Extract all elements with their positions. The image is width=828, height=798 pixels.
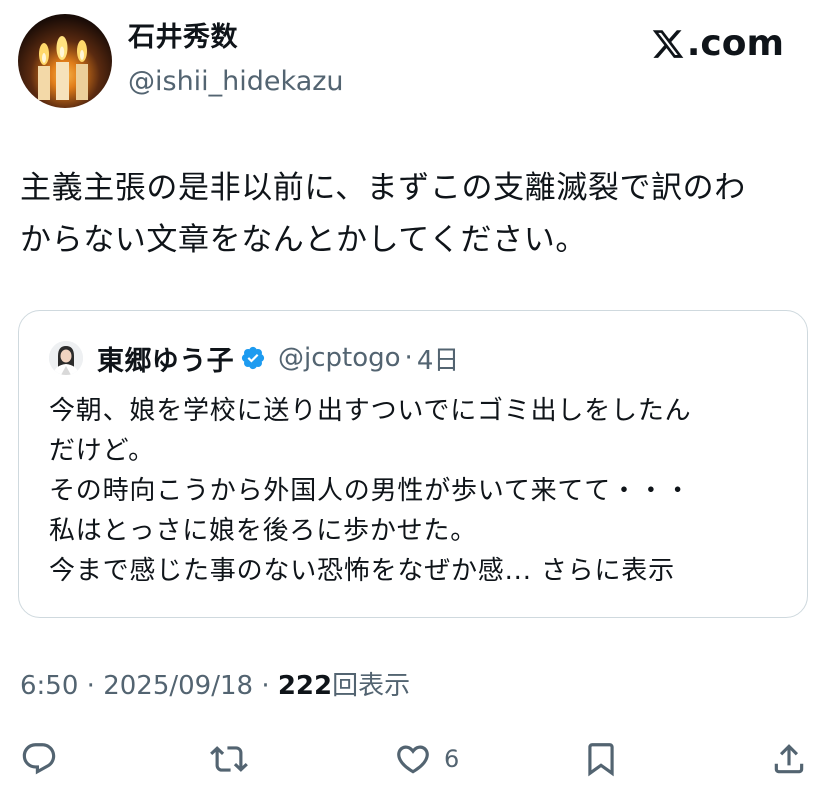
repost-button[interactable]	[210, 734, 248, 784]
reply-icon	[22, 743, 56, 775]
quoted-text-line: 私はとっさに娘を後ろに歩かせた。	[49, 516, 478, 546]
site-label: .com	[686, 23, 784, 64]
views-count: 222	[277, 671, 333, 701]
quoted-text-line: 今まで感じた事のない恐怖をなぜか感... さらに表示	[49, 551, 789, 591]
separator-dot: ·	[261, 671, 270, 701]
views-label: 回表示	[332, 671, 411, 701]
quoted-text-line: 今朝、娘を学校に送り出すついでにゴミ出しをしたん	[49, 396, 692, 426]
action-bar: 6	[0, 734, 828, 784]
share-button[interactable]	[770, 734, 808, 784]
quoted-tweet-card[interactable]: 東郷ゆう子 @jcptogo · 4日 今朝、娘を学校に送り出すついでにゴミ出し…	[18, 310, 808, 618]
site-logo: .com	[651, 22, 784, 66]
separator-dot: ·	[86, 671, 95, 701]
author-handle[interactable]: @ishii_hidekazu	[128, 64, 344, 100]
quoted-author-handle[interactable]: @jcptogo	[278, 343, 401, 373]
candles-avatar-image	[38, 36, 88, 100]
person-avatar-image	[49, 341, 83, 375]
like-count: 6	[444, 745, 460, 773]
bookmark-button[interactable]	[582, 734, 620, 784]
share-icon	[774, 744, 804, 774]
tweet-time[interactable]: 6:50	[20, 671, 78, 701]
reply-button[interactable]	[20, 734, 58, 784]
tweet-date[interactable]: 2025/09/18	[103, 671, 253, 701]
quoted-tweet-time[interactable]: 4日	[417, 340, 460, 377]
quoted-tweet-text: 今朝、娘を学校に送り出すついでにゴミ出しをしたん だけど。 その時向こうから外国…	[49, 391, 789, 591]
tweet-meta: 6:50 · 2025/09/18 · 222回表示	[20, 668, 410, 704]
verified-badge-icon	[240, 345, 266, 371]
quoted-tweet-header: 東郷ゆう子 @jcptogo · 4日	[97, 337, 459, 379]
like-button[interactable]: 6	[394, 734, 459, 784]
repost-icon	[210, 746, 248, 772]
quoted-text-line: だけど。	[49, 436, 155, 466]
quoted-author-avatar	[49, 341, 83, 375]
bookmark-icon	[588, 743, 614, 777]
heart-icon	[397, 745, 429, 774]
tweet-text: 主義主張の是非以前に、まずこの支離滅裂で訳のわ からない文章をなんとかしてくださ…	[20, 162, 800, 266]
quoted-author-name[interactable]: 東郷ゆう子	[97, 339, 234, 378]
quoted-text-line: その時向こうから外国人の男性が歩いて来てて・・・	[49, 476, 692, 506]
author-display-name[interactable]: 石井秀数	[128, 20, 238, 56]
show-more-link[interactable]: さらに表示	[541, 556, 675, 586]
quoted-text-truncated: 今まで感じた事のない恐怖をなぜか感...	[49, 556, 532, 586]
tweet-text-line: からない文章をなんとかしてください。	[20, 222, 587, 258]
avatar[interactable]	[18, 14, 112, 108]
separator-dot: ·	[404, 343, 413, 373]
x-logo-icon	[652, 30, 684, 58]
tweet-text-line: 主義主張の是非以前に、まずこの支離滅裂で訳のわ	[20, 170, 746, 206]
